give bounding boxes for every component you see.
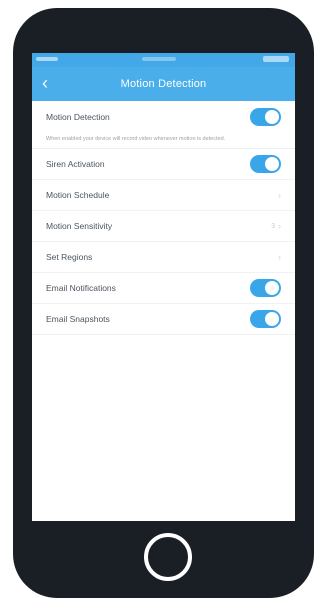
setting-label: Email Notifications <box>46 283 116 293</box>
status-bar <box>32 53 295 67</box>
nav-bar: ‹ Motion Detection <box>32 67 295 101</box>
sensitivity-value: 3 <box>271 222 275 230</box>
battery-icon <box>263 56 289 62</box>
email-snapshots-toggle[interactable] <box>250 310 281 328</box>
setting-siren-activation: Siren Activation <box>32 149 295 180</box>
setting-motion-detection: Motion Detection <box>32 101 295 133</box>
setting-label: Set Regions <box>46 252 93 262</box>
toggle-knob <box>265 281 279 295</box>
app-screen: ‹ Motion Detection Motion Detection When… <box>32 53 295 521</box>
chevron-right-icon: › <box>278 251 281 262</box>
page-title: Motion Detection <box>120 78 207 90</box>
toggle-knob <box>265 312 279 326</box>
setting-label: Motion Sensitivity <box>46 221 113 231</box>
chevron-right-icon: › <box>278 189 281 200</box>
setting-email-notifications: Email Notifications <box>32 273 295 304</box>
carrier-indicator <box>36 57 58 61</box>
setting-email-snapshots: Email Snapshots <box>32 304 295 335</box>
clock-indicator <box>142 57 176 61</box>
setting-label: Siren Activation <box>46 159 105 169</box>
row-accessory: › <box>278 189 281 200</box>
setting-motion-sensitivity[interactable]: Motion Sensitivity 3 › <box>32 211 295 242</box>
home-button[interactable] <box>144 533 192 581</box>
phone-frame: ‹ Motion Detection Motion Detection When… <box>13 8 314 598</box>
setting-label: Email Snapshots <box>46 314 110 324</box>
toggle-knob <box>265 157 279 171</box>
setting-label: Motion Schedule <box>46 190 110 200</box>
row-accessory: › <box>278 251 281 262</box>
setting-set-regions[interactable]: Set Regions › <box>32 242 295 273</box>
chevron-left-icon[interactable]: ‹ <box>42 73 48 93</box>
motion-detection-description: When enabled your device will record vid… <box>32 133 295 149</box>
email-notifications-toggle[interactable] <box>250 279 281 297</box>
motion-detection-toggle[interactable] <box>250 108 281 126</box>
siren-activation-toggle[interactable] <box>250 155 281 173</box>
row-accessory: 3 › <box>271 220 281 231</box>
setting-label: Motion Detection <box>46 112 110 122</box>
toggle-knob <box>265 110 279 124</box>
settings-list: Motion Detection When enabled your devic… <box>32 101 295 335</box>
chevron-right-icon: › <box>278 220 281 231</box>
setting-motion-schedule[interactable]: Motion Schedule › <box>32 180 295 211</box>
